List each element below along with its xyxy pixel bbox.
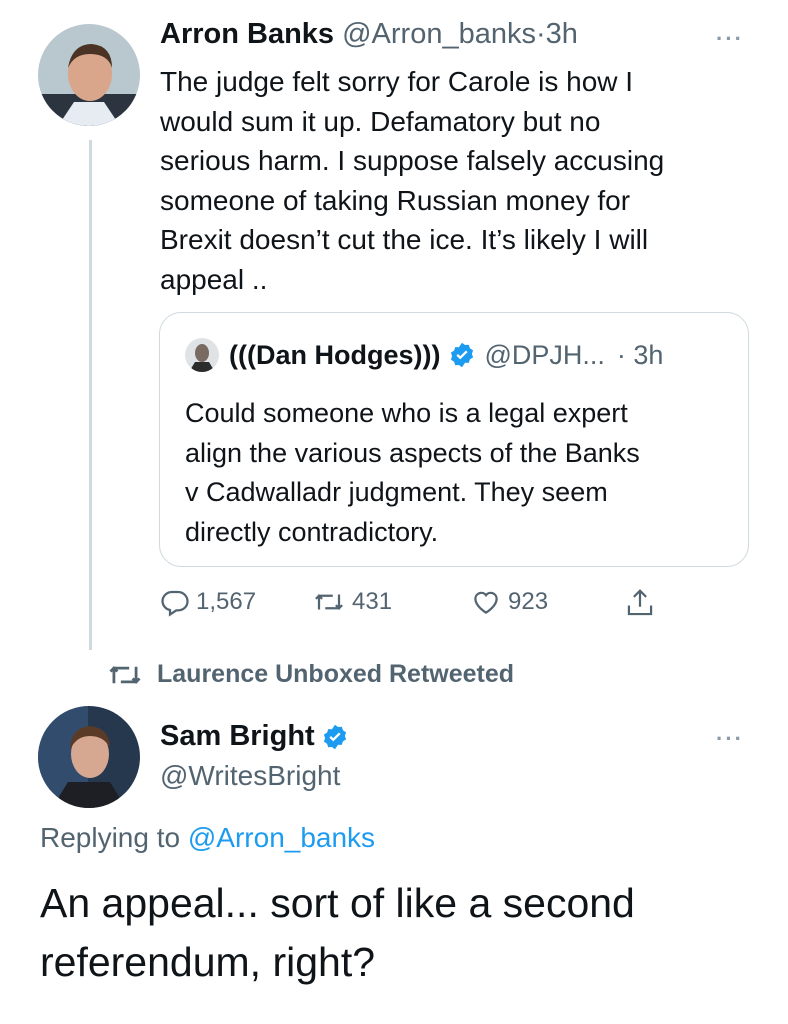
replying-prefix: Replying to bbox=[40, 822, 181, 853]
retweeted-by-line[interactable]: Laurence Unboxed Retweeted bbox=[107, 660, 514, 689]
arron-banks-avatar[interactable] bbox=[38, 24, 140, 126]
quote-header: (((Dan Hodges))) @DPJH... · 3h bbox=[185, 338, 663, 372]
retweet-button[interactable]: 431 bbox=[312, 587, 392, 617]
quote-text: Could someone who is a legal expert alig… bbox=[185, 398, 640, 547]
tweet2-header: Sam Bright bbox=[160, 720, 349, 753]
like-icon bbox=[474, 591, 498, 614]
replying-to-link[interactable]: @Arron_banks bbox=[188, 822, 375, 853]
tweet1-header: Arron Banks @Arron_banks·3h bbox=[160, 18, 578, 51]
dan-hodges-avatar[interactable] bbox=[185, 338, 219, 372]
quote-author-name[interactable]: (((Dan Hodges))) bbox=[229, 340, 440, 371]
tweet2-author-handle[interactable]: @WritesBright bbox=[160, 760, 340, 792]
verified-badge-icon bbox=[321, 723, 349, 751]
share-icon bbox=[627, 589, 653, 616]
retweeted-by-text: Laurence Unboxed Retweeted bbox=[157, 660, 515, 688]
reply-icon bbox=[161, 590, 189, 617]
tweet2-more-icon[interactable]: ··· bbox=[716, 726, 744, 752]
like-count: 923 bbox=[508, 588, 549, 615]
quote-author-handle[interactable]: @DPJH... bbox=[484, 340, 604, 371]
retweet-count: 431 bbox=[352, 588, 393, 615]
thread-connector-line bbox=[89, 140, 92, 650]
verified-badge-icon bbox=[448, 341, 476, 369]
tweet1-author-name[interactable]: Arron Banks bbox=[160, 18, 334, 50]
share-button[interactable] bbox=[625, 587, 661, 619]
replying-to-line: Replying to @Arron_banks bbox=[40, 822, 375, 854]
tweet2-text: An appeal... sort of like a second refer… bbox=[40, 880, 635, 985]
like-button[interactable]: 923 bbox=[470, 587, 548, 617]
reply-count: 1,567 bbox=[196, 588, 257, 615]
retweet-indicator-icon bbox=[109, 665, 141, 684]
tweet2-author-name[interactable]: Sam Bright bbox=[160, 720, 315, 753]
tweet1-text: The judge felt sorry for Carole is how I… bbox=[160, 66, 665, 295]
sam-bright-avatar[interactable] bbox=[38, 706, 140, 808]
tweet1-author-handle[interactable]: @Arron_banks bbox=[342, 18, 536, 50]
retweet-icon bbox=[315, 594, 343, 610]
tweet1-more-icon[interactable]: ··· bbox=[716, 26, 744, 52]
tweet1-separator: · bbox=[535, 18, 546, 50]
quote-time[interactable]: · 3h bbox=[617, 340, 664, 371]
reply-button[interactable]: 1,567 bbox=[160, 587, 256, 617]
tweet1-time[interactable]: 3h bbox=[546, 18, 578, 50]
